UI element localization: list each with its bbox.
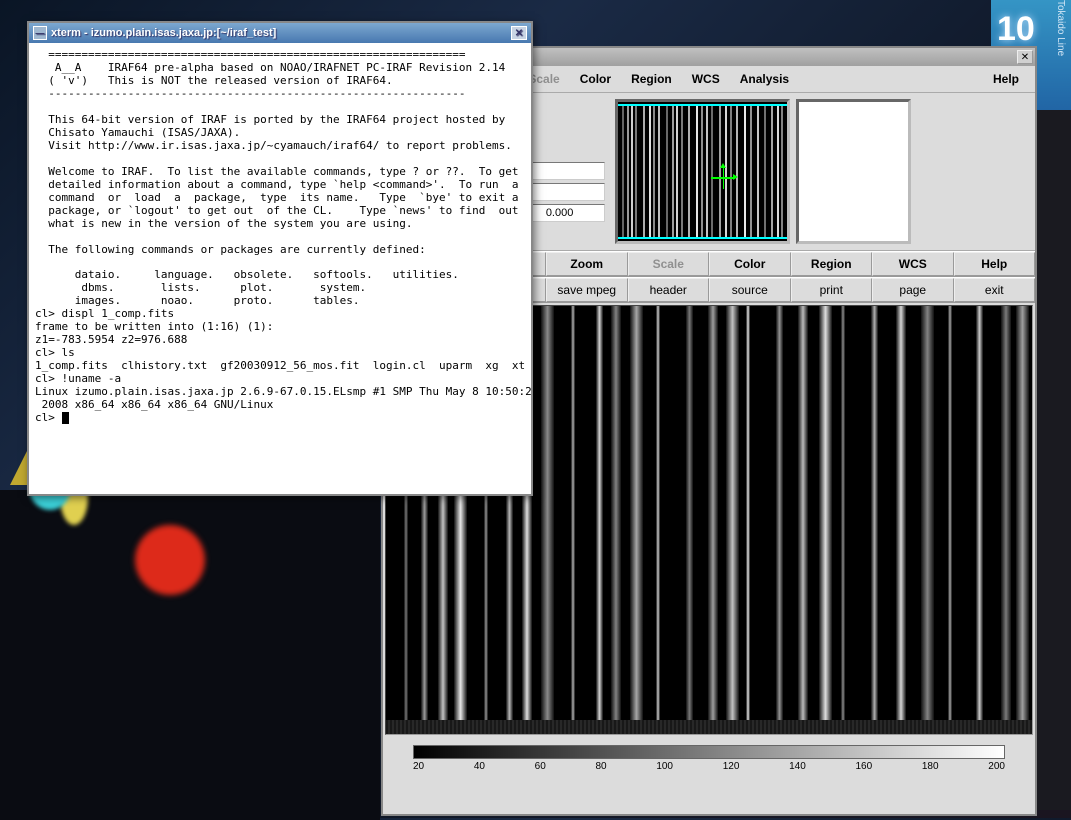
menu-help[interactable]: Help [983, 70, 1029, 88]
image-noise [386, 720, 1032, 734]
btn-zoom[interactable]: Zoom [546, 252, 628, 276]
xterm-title-text: xterm - izumo.plain.isas.jaxa.jp:[~/iraf… [51, 27, 276, 39]
btn-savempeg[interactable]: save mpeg [546, 278, 628, 302]
btn-wcs[interactable]: WCS [872, 252, 954, 276]
colorbar-tick: 60 [535, 761, 546, 772]
close-icon[interactable]: ✕ [1017, 50, 1033, 64]
terminal-text: ========================================… [35, 48, 531, 424]
btn-page[interactable]: page [872, 278, 954, 302]
menu-wcs[interactable]: WCS [682, 70, 730, 88]
cursor-icon [62, 412, 69, 424]
btn-region[interactable]: Region [791, 252, 873, 276]
colorbar-tick: 40 [474, 761, 485, 772]
xterm-window: xterm - izumo.plain.isas.jaxa.jp:[~/iraf… [27, 21, 533, 496]
bg-glow-red [135, 525, 205, 595]
btn-help[interactable]: Help [954, 252, 1036, 276]
colorbar-tick: 140 [789, 761, 806, 772]
menu-region[interactable]: Region [621, 70, 682, 88]
colorbar[interactable] [413, 745, 1005, 759]
menu-color[interactable]: Color [570, 70, 621, 88]
colorbar-tick: 180 [922, 761, 939, 772]
btn-print[interactable]: print [791, 278, 873, 302]
btn-source[interactable]: source [709, 278, 791, 302]
colorbar-tick: 120 [723, 761, 740, 772]
colorbar-tick: 160 [855, 761, 872, 772]
xterm-titlebar[interactable]: xterm - izumo.plain.isas.jaxa.jp:[~/iraf… [29, 23, 531, 43]
btn-scale[interactable]: Scale [628, 252, 710, 276]
xterm-terminal[interactable]: ========================================… [29, 43, 531, 494]
btn-header[interactable]: header [628, 278, 710, 302]
bg-sign-text: Tokaido Line [1055, 0, 1065, 56]
btn-exit[interactable]: exit [954, 278, 1036, 302]
colorbar-tick: 80 [595, 761, 606, 772]
colorbar-tick: 20 [413, 761, 424, 772]
colorbar-tick: 200 [988, 761, 1005, 772]
colorbar-area: 20 40 60 80 100 120 140 160 180 200 [383, 737, 1035, 776]
ds9-panner[interactable] [615, 99, 790, 244]
colorbar-ticks: 20 40 60 80 100 120 140 160 180 200 [413, 759, 1005, 772]
close-icon[interactable]: ✕ [511, 26, 527, 40]
btn-color[interactable]: Color [709, 252, 791, 276]
menu-analysis[interactable]: Analysis [730, 70, 799, 88]
ds9-magnifier [796, 99, 911, 244]
colorbar-tick: 100 [656, 761, 673, 772]
sysmenu-icon[interactable] [33, 26, 47, 40]
